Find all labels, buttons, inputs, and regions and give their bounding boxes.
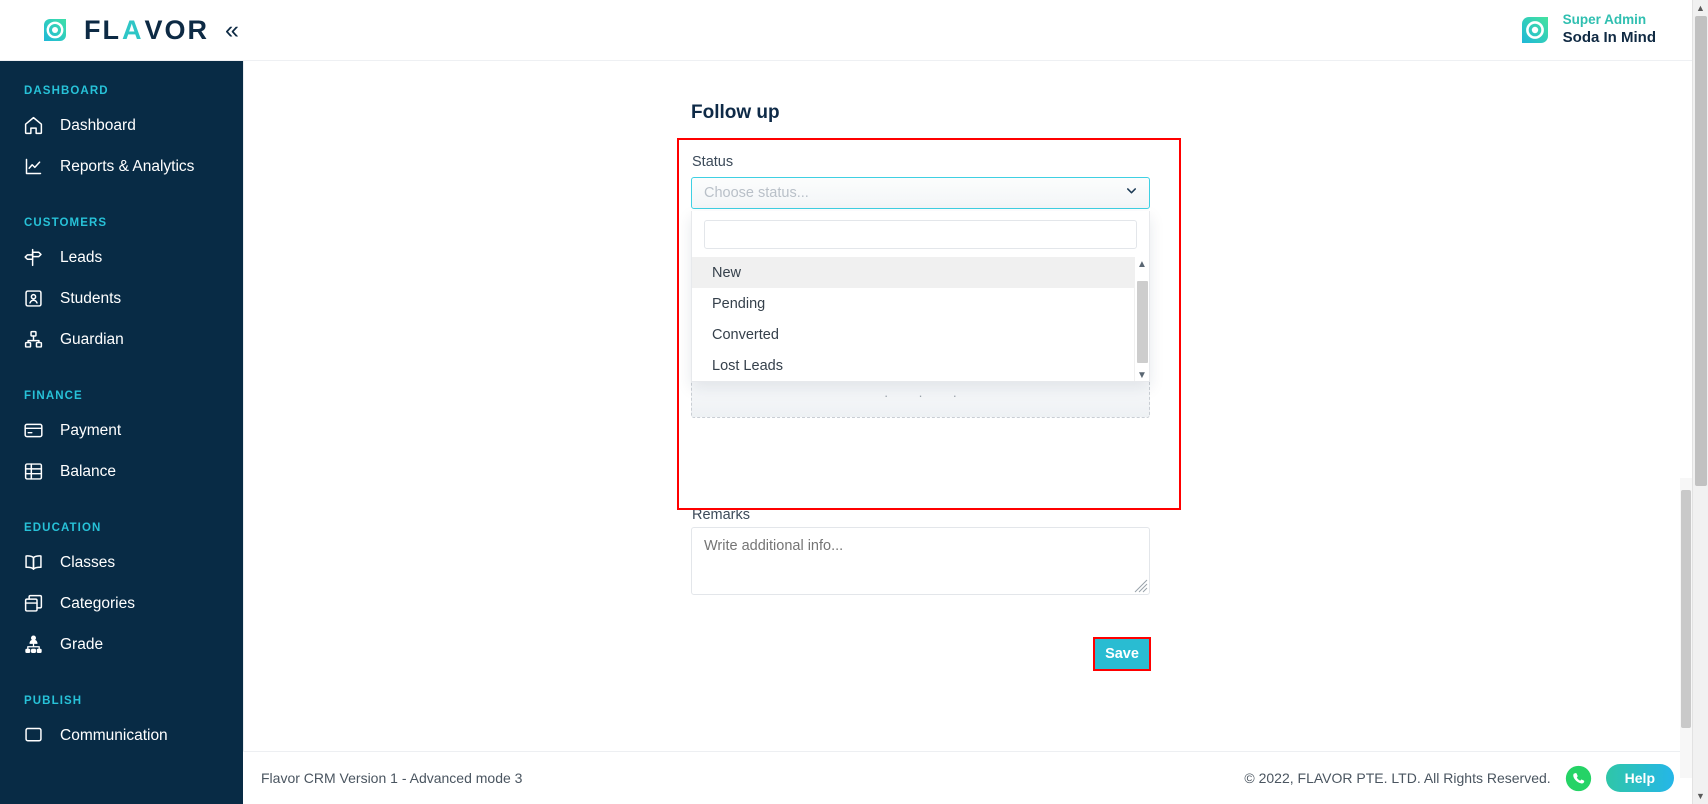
sidebar-item-students[interactable]: Students [0, 278, 243, 319]
sidebar-item-classes[interactable]: Classes [0, 542, 243, 583]
sidebar-item-label: Categories [60, 594, 135, 612]
id-card-icon [22, 288, 44, 310]
book-open-icon [22, 552, 44, 574]
sidebar-item-grade[interactable]: Grade [0, 624, 243, 665]
page-title: Follow up [691, 102, 780, 123]
status-select[interactable]: Choose status... [691, 177, 1150, 209]
copyright-text: © 2022, FLAVOR PTE. LTD. All Rights Rese… [1244, 770, 1551, 786]
save-button-highlight: Save [1093, 637, 1151, 671]
remarks-label: Remarks [692, 507, 751, 523]
sidebar: DASHBOARD Dashboard Reports & Analytics … [0, 61, 243, 804]
save-button[interactable]: Save [1095, 639, 1149, 669]
family-tree-icon [22, 329, 44, 351]
sidebar-group-dashboard: Dashboard Reports & Analytics [0, 105, 243, 187]
status-option-lost-leads[interactable]: Lost Leads [692, 350, 1149, 381]
followup-form-card: Follow up Status · · · Choose status... [268, 61, 1676, 691]
user-info: Super Admin Soda In Mind [1563, 12, 1656, 48]
flavor-logo-icon [40, 15, 70, 45]
status-option-converted[interactable]: Converted [692, 319, 1149, 350]
sidebar-item-communication[interactable]: Communication [0, 715, 243, 756]
chart-line-icon [22, 156, 44, 178]
home-icon [22, 115, 44, 137]
status-search-input[interactable] [704, 220, 1137, 249]
user-menu[interactable]: Super Admin Soda In Mind [1519, 12, 1692, 48]
message-square-icon [22, 725, 44, 747]
dropdown-search-wrap [692, 211, 1149, 257]
dropzone-dot-a: · [883, 387, 889, 403]
sidebar-item-label: Students [60, 289, 122, 307]
status-dropdown-panel: New Pending Converted Lost Leads Verifie… [691, 211, 1150, 382]
sidebar-item-label: Communication [60, 726, 168, 744]
sidebar-item-reports-analytics[interactable]: Reports & Analytics [0, 146, 243, 187]
credit-card-icon [22, 420, 44, 442]
sidebar-item-payment[interactable]: Payment [0, 410, 243, 451]
brand-logo[interactable]: FL A VOR [0, 15, 209, 46]
boxes-icon [22, 593, 44, 615]
chevron-up-icon[interactable]: ▲ [1135, 257, 1149, 271]
chevron-down-icon[interactable] [1124, 183, 1139, 203]
ledger-icon [22, 461, 44, 483]
top-bar: FL A VOR « Super Admin Soda In Mind [0, 0, 1692, 61]
status-option-new[interactable]: New [692, 257, 1149, 288]
status-option-list: New Pending Converted Lost Leads Verifie… [692, 257, 1149, 376]
status-option-pending[interactable]: Pending [692, 288, 1149, 319]
sidebar-section-education: EDUCATION [24, 522, 102, 534]
app-root: FL A VOR « Super Admin Soda In Mind DASH… [0, 0, 1708, 804]
sidebar-item-label: Reports & Analytics [60, 157, 195, 175]
status-label: Status [692, 154, 734, 170]
status-select-placeholder: Choose status... [704, 185, 809, 201]
textarea-resize-grip[interactable] [1134, 579, 1148, 593]
sidebar-item-label: Leads [60, 248, 103, 266]
sidebar-item-categories[interactable]: Categories [0, 583, 243, 624]
content-scroll-thumb[interactable] [1681, 490, 1691, 728]
sidebar-section-publish: PUBLISH [24, 695, 83, 707]
logo-a-glyph: A [122, 14, 144, 45]
sidebar-item-label: Classes [60, 553, 116, 571]
sidebar-group-finance: Payment Balance [0, 410, 243, 492]
dropdown-scrollbar[interactable]: ▲ ▼ [1134, 257, 1149, 381]
page-scrollbar[interactable]: ▲ ▼ [1692, 0, 1708, 804]
user-name: Soda In Mind [1562, 29, 1656, 47]
app-version: Flavor CRM Version 1 - Advanced mode 3 [261, 770, 523, 786]
sidebar-item-label: Balance [60, 462, 117, 480]
chevron-down-icon[interactable]: ▼ [1135, 368, 1149, 381]
sidebar-item-label: Dashboard [60, 116, 136, 134]
sidebar-group-customers: Leads Students Guardian [0, 237, 243, 360]
sidebar-item-label: Payment [60, 421, 122, 439]
sidebar-item-balance[interactable]: Balance [0, 451, 243, 492]
user-role: Super Admin [1562, 12, 1647, 28]
status-option-verified[interactable]: Verified [692, 381, 1149, 382]
user-avatar-icon [1519, 14, 1551, 46]
sidebar-group-publish: Communication [0, 715, 243, 756]
chevron-double-left-icon[interactable]: « [225, 17, 239, 43]
sidebar-item-leads[interactable]: Leads [0, 237, 243, 278]
dropzone-dot-b: · [918, 387, 923, 403]
content-scrollbar[interactable] [1680, 478, 1692, 778]
sidebar-section-finance: FINANCE [24, 390, 83, 402]
sidebar-group-education: Classes Categories Grade [0, 542, 243, 665]
help-button[interactable]: Help [1605, 764, 1674, 792]
sidebar-section-customers: CUSTOMERS [24, 217, 108, 229]
caret-down-icon[interactable]: ▼ [1693, 788, 1708, 804]
sidebar-item-label: Guardian [60, 330, 124, 348]
sidebar-item-guardian[interactable]: Guardian [0, 319, 243, 360]
whatsapp-icon[interactable] [1565, 765, 1592, 792]
footer-right: © 2022, FLAVOR PTE. LTD. All Rights Rese… [1244, 764, 1692, 792]
page-scroll-thumb[interactable] [1695, 16, 1707, 486]
sidebar-item-dashboard[interactable]: Dashboard [0, 105, 243, 146]
hierarchy-icon [22, 634, 44, 656]
dropzone-dot-c: · [952, 387, 958, 403]
signpost-icon [22, 247, 44, 269]
remarks-textarea[interactable] [691, 527, 1150, 595]
dropdown-scroll-thumb[interactable] [1137, 281, 1148, 363]
sidebar-section-dashboard: DASHBOARD [24, 85, 109, 97]
brand-name: FL A VOR [84, 14, 210, 45]
sidebar-item-label: Grade [60, 635, 104, 653]
main-content: Follow up Status · · · Choose status... [243, 61, 1692, 751]
caret-up-icon[interactable]: ▲ [1693, 0, 1708, 16]
footer: Flavor CRM Version 1 - Advanced mode 3 ©… [243, 751, 1692, 804]
